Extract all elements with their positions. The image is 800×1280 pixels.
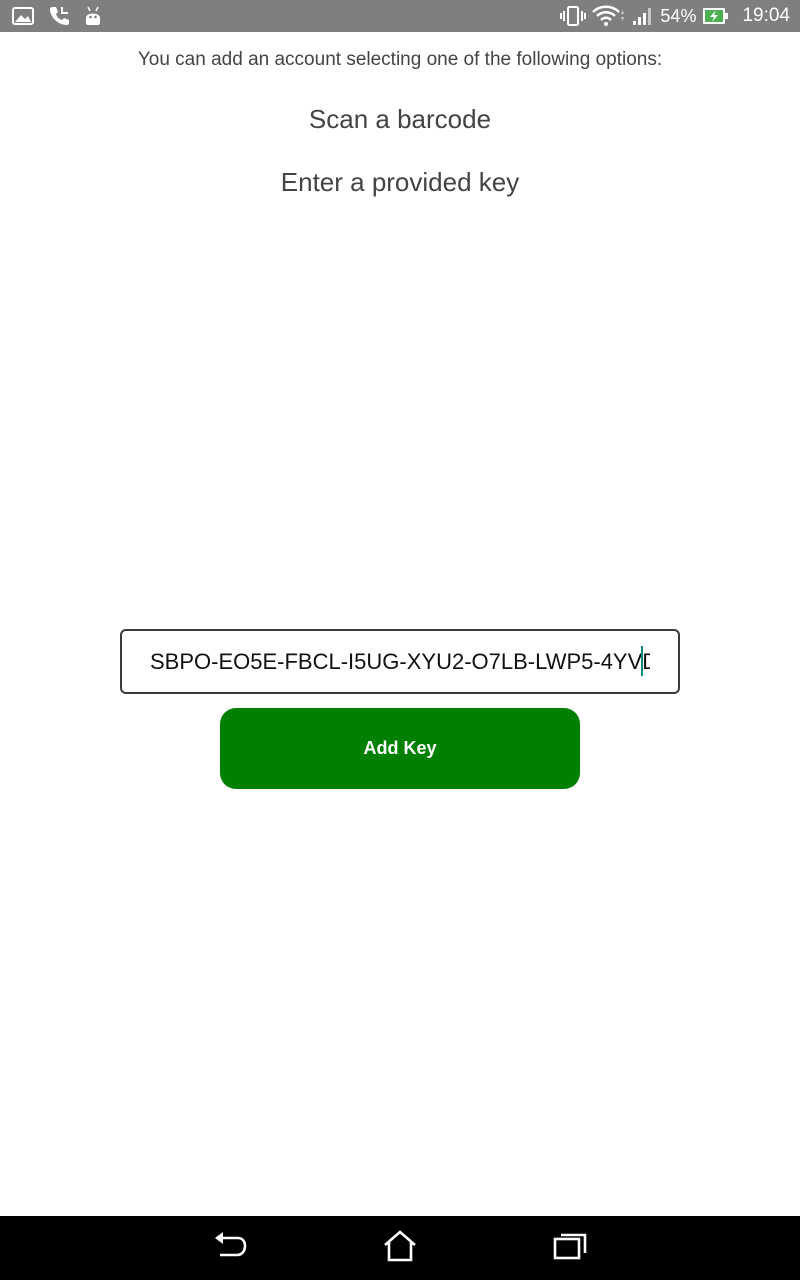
key-input[interactable] (150, 641, 650, 682)
key-input-container[interactable] (120, 629, 680, 694)
navigation-bar (0, 1216, 800, 1280)
battery-percent: 54% (660, 6, 697, 26)
add-key-button[interactable]: Add Key (220, 708, 580, 789)
status-bar-notifications (12, 0, 102, 32)
text-cursor (641, 646, 643, 676)
call-icon (48, 0, 70, 32)
back-icon (212, 1230, 248, 1267)
home-button[interactable] (378, 1228, 422, 1268)
clock: 19:04 (742, 5, 790, 26)
status-bar: 54% 19:04 (0, 0, 800, 32)
scan-barcode-option[interactable]: Scan a barcode (0, 102, 800, 136)
back-button[interactable] (208, 1228, 252, 1268)
recent-apps-icon (552, 1230, 588, 1267)
enter-key-option[interactable]: Enter a provided key (0, 165, 800, 199)
gallery-icon (12, 0, 34, 32)
home-icon (382, 1229, 418, 1268)
android-icon (84, 0, 102, 32)
status-bar-system: 54% 19:04 (560, 0, 790, 32)
instructions-text: You can add an account selecting one of … (137, 49, 663, 70)
recent-apps-button[interactable] (548, 1228, 592, 1268)
wifi-icon (592, 0, 626, 32)
signal-icon (632, 0, 654, 32)
battery-charging-icon (702, 0, 730, 32)
vibrate-icon (560, 0, 587, 32)
